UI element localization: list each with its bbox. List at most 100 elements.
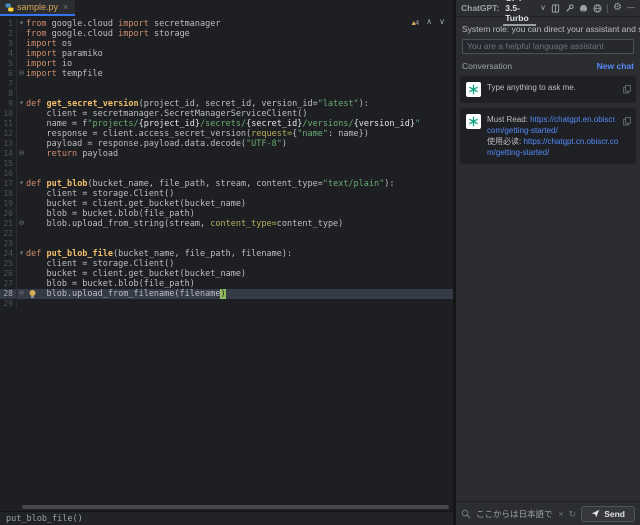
github-icon[interactable] <box>579 4 588 13</box>
code-line[interactable]: 11 name = f"projects/{project_id}/secret… <box>0 119 453 129</box>
code-line[interactable]: 17▾def put_blob(bucket_name, file_path, … <box>0 179 453 189</box>
line-number[interactable]: 29 <box>0 299 16 309</box>
line-number[interactable]: 13 <box>0 139 16 149</box>
warning-indicator[interactable]: ▲ 4 <box>410 18 419 27</box>
line-number[interactable]: 17 <box>0 179 16 189</box>
hide-panel-icon[interactable]: — <box>627 3 635 13</box>
chat-message-input[interactable]: ここからは日本語で返答して <box>476 508 553 520</box>
line-number[interactable]: 7 <box>0 79 16 89</box>
fold-marker-icon[interactable]: ▾ <box>16 99 26 109</box>
copy-message-icon[interactable] <box>623 113 631 131</box>
editor-pane: sample.py × 1▾from google.cloud import s… <box>0 0 456 525</box>
line-number[interactable]: 2 <box>0 29 16 39</box>
fold-marker-icon[interactable]: ⊖ <box>16 219 26 229</box>
line-number[interactable]: 15 <box>0 159 16 169</box>
line-number[interactable]: 20 <box>0 209 16 219</box>
code-line[interactable]: 4import paramiko <box>0 49 453 59</box>
line-number[interactable]: 21 <box>0 219 16 229</box>
code-text: blob = bucket.blob(file_path) <box>26 209 195 219</box>
code-line[interactable]: 7 <box>0 79 453 89</box>
chatgpt-avatar-icon <box>466 82 481 97</box>
line-number[interactable]: 27 <box>0 279 16 289</box>
fold-marker-icon[interactable]: ▾ <box>16 249 26 259</box>
horizontal-scrollbar-thumb[interactable] <box>22 505 449 509</box>
fold-marker-icon[interactable]: ⊖ <box>16 69 26 79</box>
toolbar-divider <box>607 4 608 13</box>
code-line[interactable]: 15 <box>0 159 453 169</box>
fold-marker-icon[interactable]: ⊖ <box>16 149 26 159</box>
code-line[interactable]: 22 <box>0 229 453 239</box>
code-line[interactable]: 2from google.cloud import storage <box>0 29 453 39</box>
line-number[interactable]: 18 <box>0 189 16 199</box>
code-line[interactable]: 26 bucket = client.get_bucket(bucket_nam… <box>0 269 453 279</box>
code-line[interactable]: 28⊖ blob.upload_from_filename(filename) <box>0 289 453 299</box>
code-line[interactable]: 5import io <box>0 59 453 69</box>
line-number[interactable]: 22 <box>0 229 16 239</box>
redo-icon[interactable]: ↻ <box>569 509 577 519</box>
code-line[interactable]: 10 client = secretmanager.SecretManagerS… <box>0 109 453 119</box>
line-number[interactable]: 16 <box>0 169 16 179</box>
code-line[interactable]: 29 <box>0 299 453 309</box>
code-editor[interactable]: 1▾from google.cloud import secretmanager… <box>0 16 453 504</box>
code-line[interactable]: 6⊖import tempfile <box>0 69 453 79</box>
new-chat-link[interactable]: New chat <box>597 61 634 71</box>
code-line[interactable]: 24▾def put_blob_file(bucket_name, file_p… <box>0 249 453 259</box>
system-role-input[interactable]: You are a helpful language assistant <box>462 39 634 54</box>
code-line[interactable]: 18 client = storage.Client() <box>0 189 453 199</box>
clear-input-icon[interactable]: × <box>558 509 563 519</box>
send-button[interactable]: Send <box>581 506 635 522</box>
line-number[interactable]: 28 <box>0 289 16 299</box>
code-line[interactable]: 16 <box>0 169 453 179</box>
intention-lightbulb-icon[interactable] <box>28 289 37 299</box>
line-number[interactable]: 14 <box>0 149 16 159</box>
line-number[interactable]: 24 <box>0 249 16 259</box>
copy-message-icon[interactable] <box>623 81 631 99</box>
line-number[interactable]: 3 <box>0 39 16 49</box>
code-line[interactable]: 13 payload = response.payload.data.decod… <box>0 139 453 149</box>
line-number[interactable]: 4 <box>0 49 16 59</box>
line-number[interactable]: 9 <box>0 99 16 109</box>
file-tab-sample-py[interactable]: sample.py × <box>0 0 75 16</box>
code-line[interactable]: 9▾def get_secret_version(project_id, sec… <box>0 99 453 109</box>
horizontal-scrollbar[interactable] <box>0 504 453 511</box>
fold-column <box>16 259 26 269</box>
fold-marker-icon[interactable]: ⊖ <box>16 289 26 299</box>
fold-marker-icon[interactable]: ▾ <box>16 179 26 189</box>
line-number[interactable]: 19 <box>0 199 16 209</box>
line-number[interactable]: 6 <box>0 69 16 79</box>
line-number[interactable]: 1 <box>0 19 16 29</box>
code-line[interactable]: 23 <box>0 239 453 249</box>
code-line[interactable]: 19 bucket = client.get_bucket(bucket_nam… <box>0 199 453 209</box>
book-icon[interactable] <box>551 4 560 13</box>
code-line[interactable]: 12 response = client.access_secret_versi… <box>0 129 453 139</box>
fold-marker-icon[interactable]: ▾ <box>16 19 26 29</box>
line-number[interactable]: 23 <box>0 239 16 249</box>
code-line[interactable]: 21⊖ blob.upload_from_string(stream, cont… <box>0 219 453 229</box>
code-line[interactable]: 25 client = storage.Client() <box>0 259 453 269</box>
code-line[interactable]: 20 blob = bucket.blob(file_path) <box>0 209 453 219</box>
tab-close-icon[interactable]: × <box>63 2 68 12</box>
line-number[interactable]: 5 <box>0 59 16 69</box>
line-number[interactable]: 26 <box>0 269 16 279</box>
line-number[interactable]: 10 <box>0 109 16 119</box>
next-problem-icon[interactable]: ∨ <box>439 17 445 27</box>
line-number[interactable]: 8 <box>0 89 16 99</box>
code-line[interactable]: 3import os <box>0 39 453 49</box>
globe-icon[interactable] <box>593 4 602 13</box>
line-number[interactable]: 12 <box>0 129 16 139</box>
line-number[interactable]: 25 <box>0 259 16 269</box>
code-line[interactable]: 27 blob = bucket.blob(file_path) <box>0 279 453 289</box>
code-line[interactable]: 14⊖ return payload <box>0 149 453 159</box>
breadcrumb[interactable]: put_blob_file() <box>6 514 83 524</box>
code-line[interactable]: 8 <box>0 89 453 99</box>
code-line[interactable]: 1▾from google.cloud import secretmanager <box>0 19 453 29</box>
message-link[interactable]: https://chatgpt.en.obiscr.com/getting-st… <box>487 115 617 135</box>
message-link[interactable]: https://chatgpt.cn.obiscr.com/getting-st… <box>487 137 618 157</box>
wrench-icon[interactable] <box>565 4 574 13</box>
prev-problem-icon[interactable]: ∧ <box>426 17 432 27</box>
line-number[interactable]: 11 <box>0 119 16 129</box>
fold-column <box>16 279 26 289</box>
gear-icon[interactable]: ⚙ <box>613 3 622 13</box>
chevron-down-icon[interactable]: ∨ <box>540 3 546 13</box>
panel-title: ChatGPT: <box>461 3 499 13</box>
